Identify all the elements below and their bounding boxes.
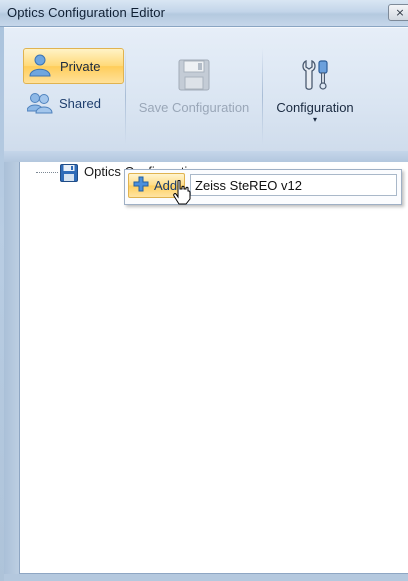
tree-panel[interactable] <box>19 162 408 574</box>
plus-icon <box>133 176 149 195</box>
app-window: Optics Configuration Editor × Private Sh… <box>0 0 408 581</box>
users-icon <box>26 90 53 117</box>
configuration-name-input[interactable] <box>190 174 397 196</box>
window-title: Optics Configuration Editor <box>7 5 166 20</box>
ribbon-toolbar: Private Shared Save Configuration Config… <box>4 27 408 152</box>
private-label: Private <box>60 58 101 74</box>
save-configuration-button[interactable]: Save Configuration <box>128 48 260 148</box>
shared-label: Shared <box>59 95 101 111</box>
close-icon: × <box>395 6 405 19</box>
chevron-down-icon: ▾ <box>312 115 317 124</box>
users-icon <box>28 53 52 80</box>
left-frame-edge <box>4 162 19 574</box>
tree-connector <box>36 172 58 173</box>
mouse-pointer-icon <box>173 179 191 209</box>
ribbon-separator <box>125 48 126 144</box>
floppy-disk-icon <box>178 59 210 94</box>
save-configuration-label: Save Configuration <box>138 100 250 115</box>
ribbon-separator <box>262 48 263 144</box>
close-button[interactable]: × <box>388 4 408 21</box>
configuration-label: Configuration <box>276 100 354 115</box>
bottom-frame-edge <box>4 574 408 581</box>
floppy-disk-icon <box>60 164 78 185</box>
wrench-screwdriver-icon <box>300 59 330 94</box>
private-button[interactable]: Private <box>23 48 124 84</box>
configuration-menu-button[interactable]: Configuration ▾ <box>266 48 364 148</box>
title-bar[interactable]: Optics Configuration Editor × <box>0 0 408 27</box>
shared-button[interactable]: Shared <box>23 88 124 118</box>
